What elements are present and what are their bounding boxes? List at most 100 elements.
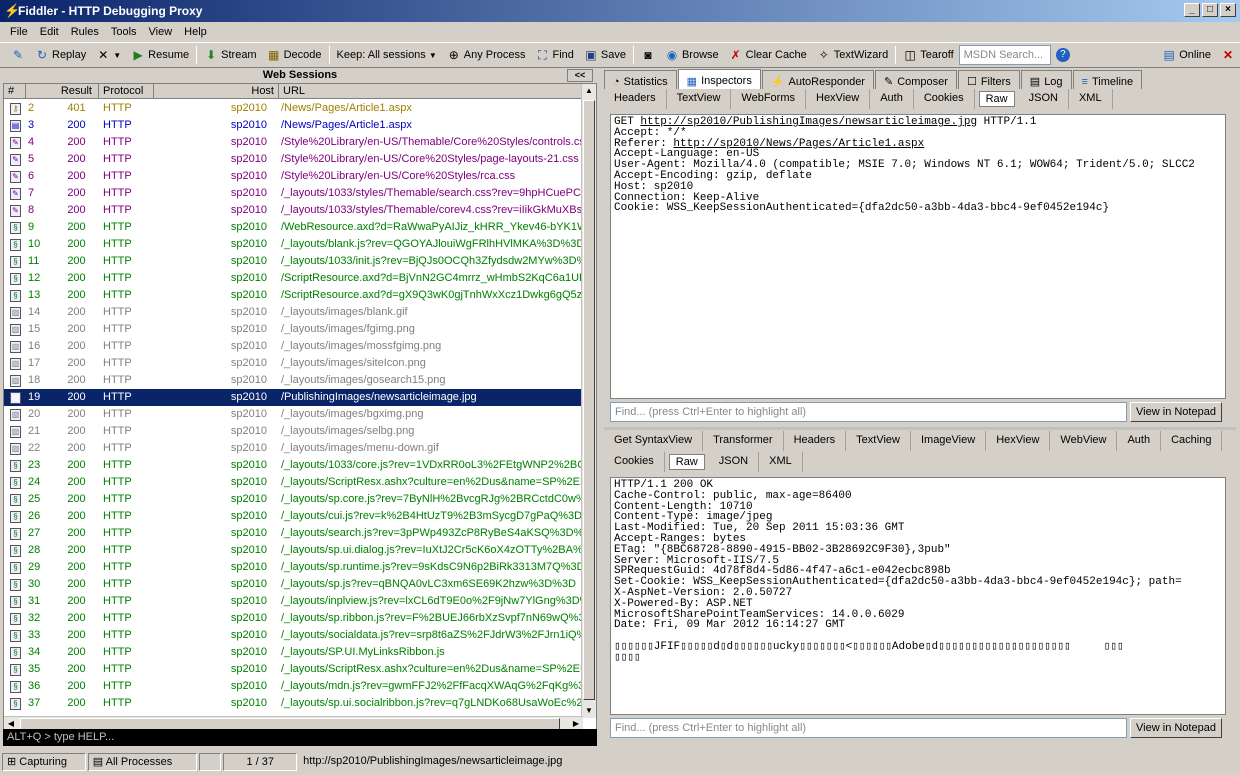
resp-tab-webview[interactable]: WebView xyxy=(1050,431,1118,451)
pane-splitter[interactable] xyxy=(600,69,603,745)
req-tab-hexview[interactable]: HexView xyxy=(806,89,871,109)
table-row[interactable]: ▧ 16 200 HTTP sp2010 /_layouts/images/mossfgi… xyxy=(4,338,582,355)
resp-tab-xml[interactable]: XML xyxy=(759,452,803,472)
col-number[interactable]: # xyxy=(4,84,26,98)
save-button[interactable]: ▣ Save xyxy=(579,48,631,62)
table-row[interactable]: § 12 200 HTTP sp2010/ScriptResource.axd?d=Bj… xyxy=(4,270,582,287)
table-row[interactable]: ▧ 15 200 HTTP sp2010 /_layouts/images/fgimg.p… xyxy=(4,321,582,338)
resume-button[interactable]: ▶ Resume xyxy=(126,48,194,62)
find-button[interactable]: ⛶ Find xyxy=(530,48,578,63)
table-row[interactable]: § 11 200 HTTP sp2010 /_layouts/1033/init.js?r… xyxy=(4,253,582,270)
req-tab-xml[interactable]: XML xyxy=(1069,89,1113,109)
resp-tab-textview[interactable]: TextView xyxy=(846,431,911,451)
table-row[interactable]: § 35 200 HTTP sp2010 /_layouts/ScriptResx.ash… xyxy=(4,661,582,678)
table-row[interactable]: ▧ 21 200 HTTP sp2010 /_layouts/images/selbg.p… xyxy=(4,423,582,440)
menu-help[interactable]: Help xyxy=(178,26,213,38)
table-row[interactable]: § 23 200 HTTP sp2010 /_layouts/1033/core.js?r… xyxy=(4,457,582,474)
table-row[interactable]: ▧ 22 200 HTTP sp2010 /_layouts/images/menu-do… xyxy=(4,440,582,457)
screenshot-button[interactable]: ◙ xyxy=(636,48,660,62)
table-row[interactable]: § 36 200 HTTP sp2010 /_layouts/mdn.js?rev=gwm… xyxy=(4,678,582,695)
col-result[interactable]: Result xyxy=(26,84,99,98)
req-tab-webforms[interactable]: WebForms xyxy=(731,89,806,109)
scroll-up-arrow-icon[interactable]: ▲ xyxy=(582,84,596,98)
close-toolbar-button[interactable]: ✕ xyxy=(1216,48,1240,62)
col-host[interactable]: Host xyxy=(154,84,279,98)
replay-button[interactable]: ↻ Replay xyxy=(30,48,91,62)
browse-button[interactable]: ◉ Browse xyxy=(660,48,724,62)
process-filter[interactable]: ▤ All Processes xyxy=(87,753,198,771)
table-row[interactable]: ✎ 4 200 HTTP sp2010/Style%20Library/en-US/Th… xyxy=(4,134,582,151)
tab-timeline[interactable]: ≡ Timeline xyxy=(1072,70,1143,89)
resp-tab-auth[interactable]: Auth xyxy=(1117,431,1162,451)
table-row[interactable]: ⚷ 2 401 HTTP sp2010/News/Pages/Article1.aspx xyxy=(4,100,582,117)
vertical-scroll-thumb[interactable] xyxy=(583,100,595,700)
table-row[interactable]: § 29 200 HTTP sp2010 /_layouts/sp.runtime.js?… xyxy=(4,559,582,576)
resp-tab-hexview[interactable]: HexView xyxy=(986,431,1051,451)
close-window-button[interactable]: × xyxy=(1220,3,1236,17)
table-row[interactable]: § 32 200 HTTP sp2010 /_layouts/sp.ribbon.js?r… xyxy=(4,610,582,627)
clear-cache-button[interactable]: ✗ Clear Cache xyxy=(724,48,812,62)
table-row[interactable]: § 26 200 HTTP sp2010 /_layouts/cui.js?rev=k%2… xyxy=(4,508,582,525)
resp-tab-transformer[interactable]: Transformer xyxy=(703,431,784,451)
req-tab-raw[interactable]: Raw xyxy=(978,91,1015,107)
textwizard-button[interactable]: ✧ TextWizard xyxy=(812,48,893,62)
online-indicator[interactable]: ▤ Online xyxy=(1157,48,1216,62)
col-url[interactable]: URL xyxy=(279,84,584,98)
response-find-input[interactable]: Find... (press Ctrl+Enter to highlight a… xyxy=(610,718,1127,738)
table-row[interactable]: § 10 200 HTTP sp2010 /_layouts/blank.js?rev=Q… xyxy=(4,236,582,253)
tab-composer[interactable]: ✎ Composer xyxy=(874,70,957,89)
table-row[interactable]: ▧ 18 200 HTTP sp2010 /_layouts/images/gosearc… xyxy=(4,372,582,389)
quickexec-input[interactable]: ALT+Q > type HELP... xyxy=(3,729,597,746)
req-tab-auth[interactable]: Auth xyxy=(870,89,914,109)
help-button[interactable]: ? xyxy=(1051,48,1075,62)
resp-tab-imageview[interactable]: ImageView xyxy=(911,431,987,451)
remove-button[interactable]: ✕ ▼ xyxy=(91,48,126,62)
tab-autoresponder[interactable]: ⚡ AutoResponder xyxy=(761,70,874,89)
collapse-button[interactable]: << xyxy=(567,69,593,82)
table-row[interactable]: § 37 200 HTTP sp2010 /_layouts/sp.ui.socialri… xyxy=(4,695,582,712)
resp-tab-json[interactable]: JSON xyxy=(709,452,760,472)
table-row[interactable]: ▧ 19 200 HTTP sp2010/PublishingImages/newsar… xyxy=(4,389,582,406)
table-row[interactable]: § 31 200 HTTP sp2010 /_layouts/inplview.js?re… xyxy=(4,593,582,610)
scroll-down-arrow-icon[interactable]: ▼ xyxy=(582,704,596,718)
maximize-button[interactable]: □ xyxy=(1202,3,1218,17)
table-row[interactable]: § 9 200 HTTP sp2010/WebResource.axd?d=RaWwaP… xyxy=(4,219,582,236)
any-process-button[interactable]: ⊕ Any Process xyxy=(442,48,531,62)
tab-inspectors[interactable]: ▦ Inspectors xyxy=(677,69,761,89)
request-response-splitter[interactable] xyxy=(604,427,1236,430)
table-row[interactable]: § 30 200 HTTP sp2010 /_layouts/sp.js?rev=qBNQ… xyxy=(4,576,582,593)
msdn-search-input[interactable]: MSDN Search... xyxy=(958,45,1051,65)
menu-rules[interactable]: Rules xyxy=(65,26,105,38)
req-tab-json[interactable]: JSON xyxy=(1019,89,1069,109)
table-row[interactable]: § 28 200 HTTP sp2010 /_layouts/sp.ui.dialog.j… xyxy=(4,542,582,559)
table-row[interactable]: § 25 200 HTTP sp2010 /_layouts/sp.core.js?rev… xyxy=(4,491,582,508)
col-protocol[interactable]: Protocol xyxy=(99,84,154,98)
request-view-in-notepad-button[interactable]: View in Notepad xyxy=(1130,402,1222,422)
menu-tools[interactable]: Tools xyxy=(105,26,143,38)
table-row[interactable]: ▤ 3 200 HTTP sp2010/News/Pages/Article1.aspx xyxy=(4,117,582,134)
tab-statistics[interactable]: ◔ Statistics xyxy=(604,70,677,89)
resp-tab-syntaxview[interactable]: Get SyntaxView xyxy=(604,431,704,451)
keep-sessions-dropdown[interactable]: Keep: All sessions ▼ xyxy=(332,49,442,61)
resp-tab-cookies[interactable]: Cookies xyxy=(604,452,665,472)
resp-tab-headers[interactable]: Headers xyxy=(784,431,847,451)
decode-button[interactable]: ▦ Decode xyxy=(262,48,327,62)
req-tab-cookies[interactable]: Cookies xyxy=(914,89,975,109)
minimize-button[interactable]: _ xyxy=(1184,3,1200,17)
capturing-toggle[interactable]: ⊞ Capturing xyxy=(2,753,86,771)
table-row[interactable]: ▧ 14 200 HTTP sp2010 /_layouts/images/blank.g… xyxy=(4,304,582,321)
response-view-in-notepad-button[interactable]: View in Notepad xyxy=(1130,718,1222,738)
menu-edit[interactable]: Edit xyxy=(34,26,65,38)
request-raw-text[interactable]: GET http://sp2010/PublishingImages/newsa… xyxy=(610,114,1226,399)
table-row[interactable]: § 34 200 HTTP sp2010 /_layouts/SP.UI.MyLinksR… xyxy=(4,644,582,661)
request-find-input[interactable]: Find... (press Ctrl+Enter to highlight a… xyxy=(610,402,1127,422)
tab-log[interactable]: ▤ Log xyxy=(1020,70,1072,89)
table-row[interactable]: ✎ 6 200 HTTP sp2010/Style%20Library/en-US/Co… xyxy=(4,168,582,185)
tearoff-button[interactable]: ◫ Tearoff xyxy=(898,48,958,62)
table-row[interactable]: § 13 200 HTTP sp2010/ScriptResource.axd?d=gX… xyxy=(4,287,582,304)
request-url-link[interactable]: http://sp2010/PublishingImages/newsartic… xyxy=(640,116,977,128)
table-row[interactable]: ✎ 7 200 HTTP sp2010 /_layouts/1033/styles/The… xyxy=(4,185,582,202)
req-tab-headers[interactable]: Headers xyxy=(604,89,667,109)
resp-tab-caching[interactable]: Caching xyxy=(1161,431,1223,451)
req-tab-textview[interactable]: TextView xyxy=(667,89,732,109)
